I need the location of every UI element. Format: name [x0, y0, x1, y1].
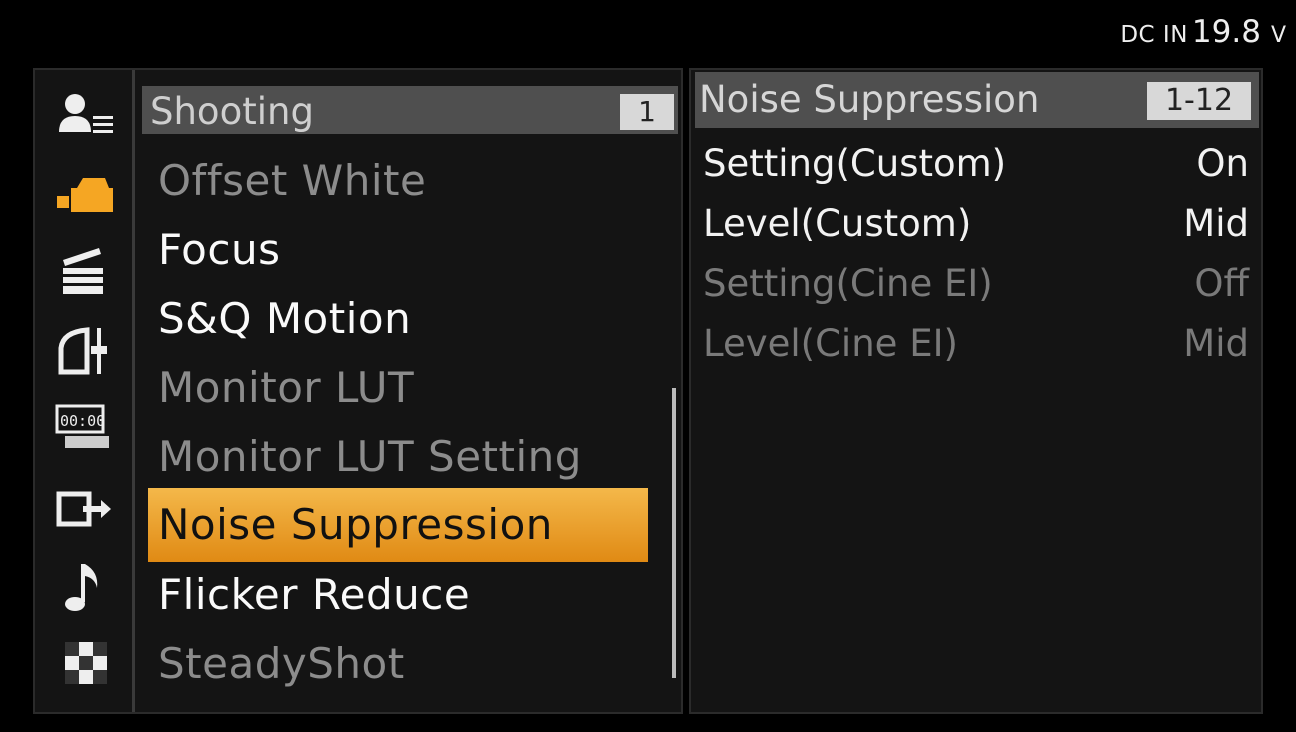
setting-value: On: [1196, 142, 1249, 185]
menu-header: Shooting 1: [142, 86, 678, 134]
menu-scrollbar[interactable]: [672, 388, 676, 678]
clapperboard-icon[interactable]: [53, 244, 115, 298]
setting-value: Mid: [1183, 322, 1249, 365]
setting-row-custom[interactable]: Setting(Custom) On: [703, 134, 1249, 194]
voltage-value: 19.8: [1191, 14, 1261, 50]
setting-label: Setting(Custom): [703, 142, 1007, 185]
menu-item-sq-motion[interactable]: S&Q Motion: [158, 284, 411, 354]
audio-note-icon[interactable]: [53, 560, 115, 614]
page-number: 1: [620, 94, 674, 130]
category-sidebar: 00:00: [35, 70, 135, 712]
detail-title: Noise Suppression: [699, 78, 1040, 121]
setting-label: Level(Cine EI): [703, 322, 958, 365]
menu-item-offset-white[interactable]: Offset White: [158, 146, 426, 216]
power-source-label: DC IN: [1120, 22, 1188, 48]
setting-row-cine-ei[interactable]: Setting(Cine EI) Off: [703, 254, 1249, 314]
level-row-custom[interactable]: Level(Custom) Mid: [703, 194, 1249, 254]
menu-item-focus[interactable]: Focus: [158, 215, 280, 285]
detail-range: 1-12: [1147, 82, 1251, 120]
user-menu-icon[interactable]: [53, 88, 115, 142]
menu-item-flicker-reduce[interactable]: Flicker Reduce: [158, 560, 470, 630]
menu-item-noise-suppression[interactable]: Noise Suppression: [148, 488, 648, 562]
setting-label: Level(Custom): [703, 202, 972, 245]
menu-item-steadyshot[interactable]: SteadyShot: [158, 629, 405, 699]
power-status: DC IN 19.8 V: [1120, 14, 1286, 50]
timecode-icon[interactable]: 00:00: [53, 400, 115, 454]
checker-pattern-icon[interactable]: [53, 636, 115, 690]
menu-list: Shooting 1 Offset White Focus S&Q Motion…: [138, 70, 681, 712]
detail-panel: Noise Suppression 1-12 Setting(Custom) O…: [689, 68, 1263, 714]
camera-shooting-icon[interactable]: [53, 166, 115, 220]
setting-value: Off: [1194, 262, 1249, 305]
level-row-cine-ei[interactable]: Level(Cine EI) Mid: [703, 314, 1249, 374]
menu-item-monitor-lut[interactable]: Monitor LUT: [158, 353, 414, 423]
paint-adjust-icon[interactable]: [53, 324, 115, 378]
output-icon[interactable]: [53, 482, 115, 536]
setting-label: Setting(Cine EI): [703, 262, 993, 305]
setting-value: Mid: [1183, 202, 1249, 245]
svg-text:00:00: 00:00: [60, 412, 105, 430]
menu-panel: 00:00 Shooting 1 Offset White Focus S&Q …: [33, 68, 683, 714]
detail-header: Noise Suppression 1-12: [695, 72, 1259, 128]
voltage-unit: V: [1270, 23, 1286, 48]
menu-title: Shooting: [150, 90, 314, 133]
menu-item-monitor-lut-setting[interactable]: Monitor LUT Setting: [158, 422, 582, 492]
